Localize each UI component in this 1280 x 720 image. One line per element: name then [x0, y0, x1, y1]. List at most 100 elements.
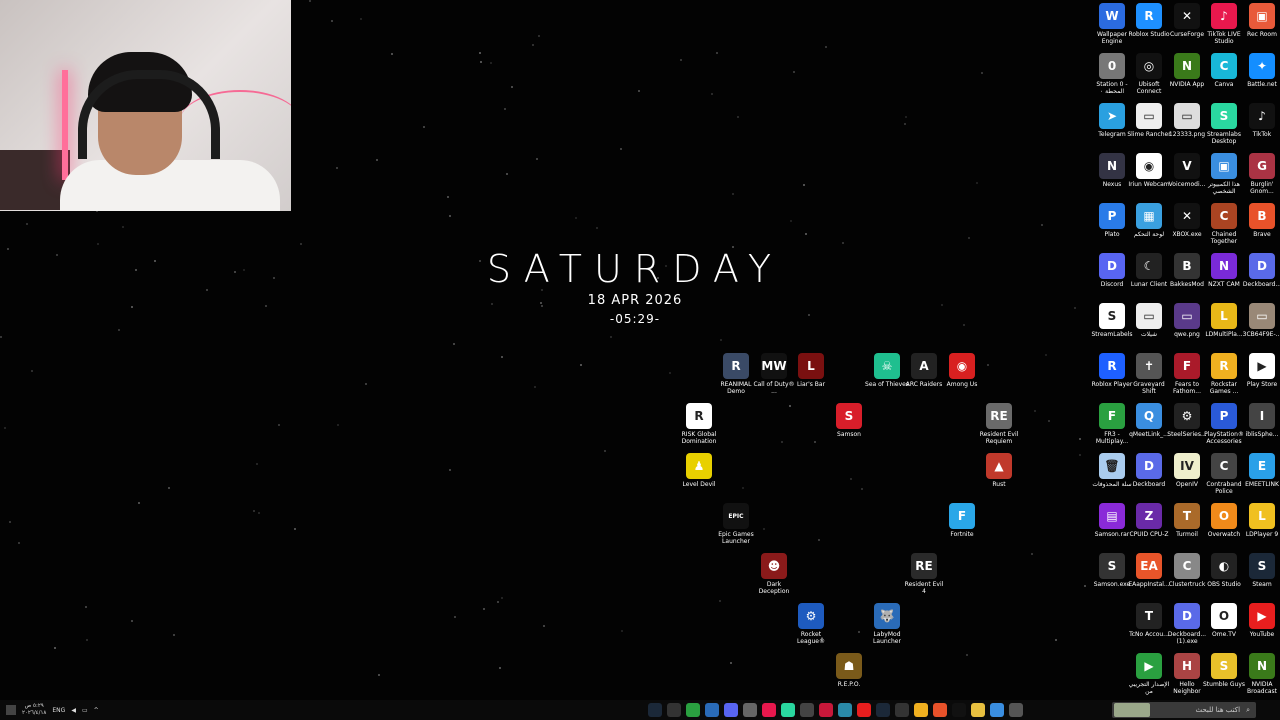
desktop-icon-label: Resident Evil Requiem: [979, 431, 1019, 446]
adobe-taskbar-icon[interactable]: [819, 703, 833, 717]
app-icon: ♪: [1211, 3, 1237, 29]
desktop-icon-label: Among Us: [946, 381, 978, 388]
brave-taskbar-icon[interactable]: [933, 703, 947, 717]
desktop-icon-label: Rust: [992, 481, 1006, 488]
steam2-taskbar-icon[interactable]: [876, 703, 890, 717]
desktop-icon-label: R.E.P.O.: [837, 681, 861, 688]
desktop-icon-item[interactable]: ▶ YouTube: [1240, 603, 1280, 638]
desktop-icon-item[interactable]: B Brave: [1240, 203, 1280, 238]
app-icon: I: [1249, 403, 1275, 429]
desktop-icon-item[interactable]: E EMEETLINK: [1240, 453, 1280, 488]
language-indicator[interactable]: ENG: [52, 707, 65, 714]
obs-taskbar-icon[interactable]: [667, 703, 681, 717]
folder-taskbar-icon[interactable]: [971, 703, 985, 717]
volume-icon[interactable]: ◀: [71, 707, 76, 714]
youtube-taskbar-icon[interactable]: [857, 703, 871, 717]
explorer-taskbar-icon[interactable]: [990, 703, 1004, 717]
app-taskbar-icon[interactable]: [838, 703, 852, 717]
app-icon: ⚙: [1174, 403, 1200, 429]
desktop-icon-label: Level Devil: [682, 481, 716, 488]
desktop-icon-item[interactable]: ▭ 3CB64F9E-...: [1240, 303, 1280, 338]
app-icon: 🗑: [1099, 453, 1125, 479]
desktop-icon-item[interactable]: ⚙ Rocket League®: [789, 603, 833, 646]
xbox-taskbar-icon[interactable]: [686, 703, 700, 717]
desktop-icon-label: YouTube: [1249, 631, 1275, 638]
chrome-dev-taskbar-icon[interactable]: [743, 703, 757, 717]
streamlabs-taskbar-icon[interactable]: [781, 703, 795, 717]
desktop-icon-item[interactable]: IiblisSphe...: [1240, 403, 1280, 438]
chevron-up-icon[interactable]: ^: [94, 707, 99, 714]
app-icon: S: [1211, 103, 1237, 129]
search-box[interactable]: اكتب هنا للبحث ⌕: [1112, 702, 1256, 718]
desktop-icon-item[interactable]: ♪ TikTok: [1240, 103, 1280, 138]
search-placeholder: اكتب هنا للبحث: [1195, 706, 1241, 714]
app-icon: ▭: [1174, 103, 1200, 129]
desktop-icon-label: Battle.net: [1247, 81, 1277, 88]
app-icon: ⚙: [798, 603, 824, 629]
desktop-icon-item[interactable]: S Steam: [1240, 553, 1280, 588]
desktop-icon-item[interactable]: L Liar's Bar: [789, 353, 833, 388]
app-icon: C: [1211, 203, 1237, 229]
desktop-icon-item[interactable]: 🐺 LabyMod Launcher: [865, 603, 909, 646]
app-icon: B: [1249, 203, 1275, 229]
desktop-icon-item[interactable]: ◉ Among Us: [940, 353, 984, 388]
desktop-icon-item[interactable]: EPIC Epic Games Launcher: [714, 503, 758, 546]
desktop-icon-item[interactable]: R RISK Global Domination: [677, 403, 721, 446]
app-icon: ▶: [1249, 353, 1275, 379]
app-icon: T: [1136, 603, 1162, 629]
app-icon: S: [1099, 553, 1125, 579]
app-icon: L: [1211, 303, 1237, 329]
app-icon: O: [1211, 603, 1237, 629]
app-icon: L: [1249, 503, 1275, 529]
app-icon: ▲: [986, 453, 1012, 479]
app-icon: T: [1174, 503, 1200, 529]
desktop-icon-item[interactable]: N NVIDIA Broadcast: [1240, 653, 1280, 696]
app-icon: C: [1211, 53, 1237, 79]
app-icon: EA: [1136, 553, 1162, 579]
app-icon: L: [798, 353, 824, 379]
desktop-icon-label: Play Store: [1246, 381, 1278, 388]
desktop-icon-item[interactable]: S Samson: [827, 403, 871, 438]
app-icon: ✝: [1136, 353, 1162, 379]
clock-day: SATURDAY: [486, 247, 784, 291]
desktop-icon-item[interactable]: ☻ Dark Deception: [752, 553, 796, 596]
desktop-icon-item[interactable]: ♟ Level Devil: [677, 453, 721, 488]
desktop-icon-label: Liar's Bar: [796, 381, 826, 388]
discord-taskbar-icon[interactable]: [724, 703, 738, 717]
desktop-icon-item[interactable]: RE Resident Evil 4: [902, 553, 946, 596]
desktop-icon-item[interactable]: ▲ Rust: [977, 453, 1021, 488]
desktop-icon-item[interactable]: L LDPlayer 9: [1240, 503, 1280, 538]
app-icon: D: [1136, 453, 1162, 479]
epic-taskbar-icon[interactable]: [895, 703, 909, 717]
app-icon: ▶: [1249, 603, 1275, 629]
labymod-taskbar-icon[interactable]: [705, 703, 719, 717]
app-icon: ☾: [1136, 253, 1162, 279]
desktop-icon[interactable]: [6, 705, 16, 715]
desktop-icon-item[interactable]: G Burglin' Gnom...: [1240, 153, 1280, 196]
tray-time: ٥:٢٩ ص: [24, 703, 44, 709]
curseforge-taskbar-icon[interactable]: [800, 703, 814, 717]
desktop-icon-item[interactable]: ✦ Battle.net: [1240, 53, 1280, 88]
desktop-icon-label: LDPlayer 9: [1245, 531, 1279, 538]
desktop-icon-item[interactable]: RE Resident Evil Requiem: [977, 403, 1021, 446]
tiktok-taskbar-icon[interactable]: [762, 703, 776, 717]
desktop-icon-item[interactable]: ▶ Play Store: [1240, 353, 1280, 388]
app-icon: ☠: [874, 353, 900, 379]
app-icon: 0: [1099, 53, 1125, 79]
search-icon: ⌕: [1246, 705, 1250, 714]
app-icon: ➤: [1099, 103, 1125, 129]
desktop-icon-label: Fortnite: [950, 531, 974, 538]
desktop-icon-item[interactable]: ▣ Rec Room: [1240, 3, 1280, 38]
desktop-icon-item[interactable]: ☗ R.E.P.O.: [827, 653, 871, 688]
app-icon: ▶: [1136, 653, 1162, 679]
tiktok2-taskbar-icon[interactable]: [952, 703, 966, 717]
steam-taskbar-icon[interactable]: [648, 703, 662, 717]
chrome-taskbar-icon[interactable]: [914, 703, 928, 717]
system-tray: ٥:٢٩ ص ٢٠٢٦/٤/١٨ ENG ◀ ▭ ^: [6, 703, 99, 717]
app-icon: ✕: [1174, 203, 1200, 229]
taskview-taskbar-icon[interactable]: [1009, 703, 1023, 717]
desktop-icon-item[interactable]: F Fortnite: [940, 503, 984, 538]
desktop-icon-item[interactable]: D Deckboard...: [1240, 253, 1280, 288]
network-icon[interactable]: ▭: [82, 707, 88, 714]
tray-clock[interactable]: ٥:٢٩ ص ٢٠٢٦/٤/١٨: [22, 703, 46, 717]
